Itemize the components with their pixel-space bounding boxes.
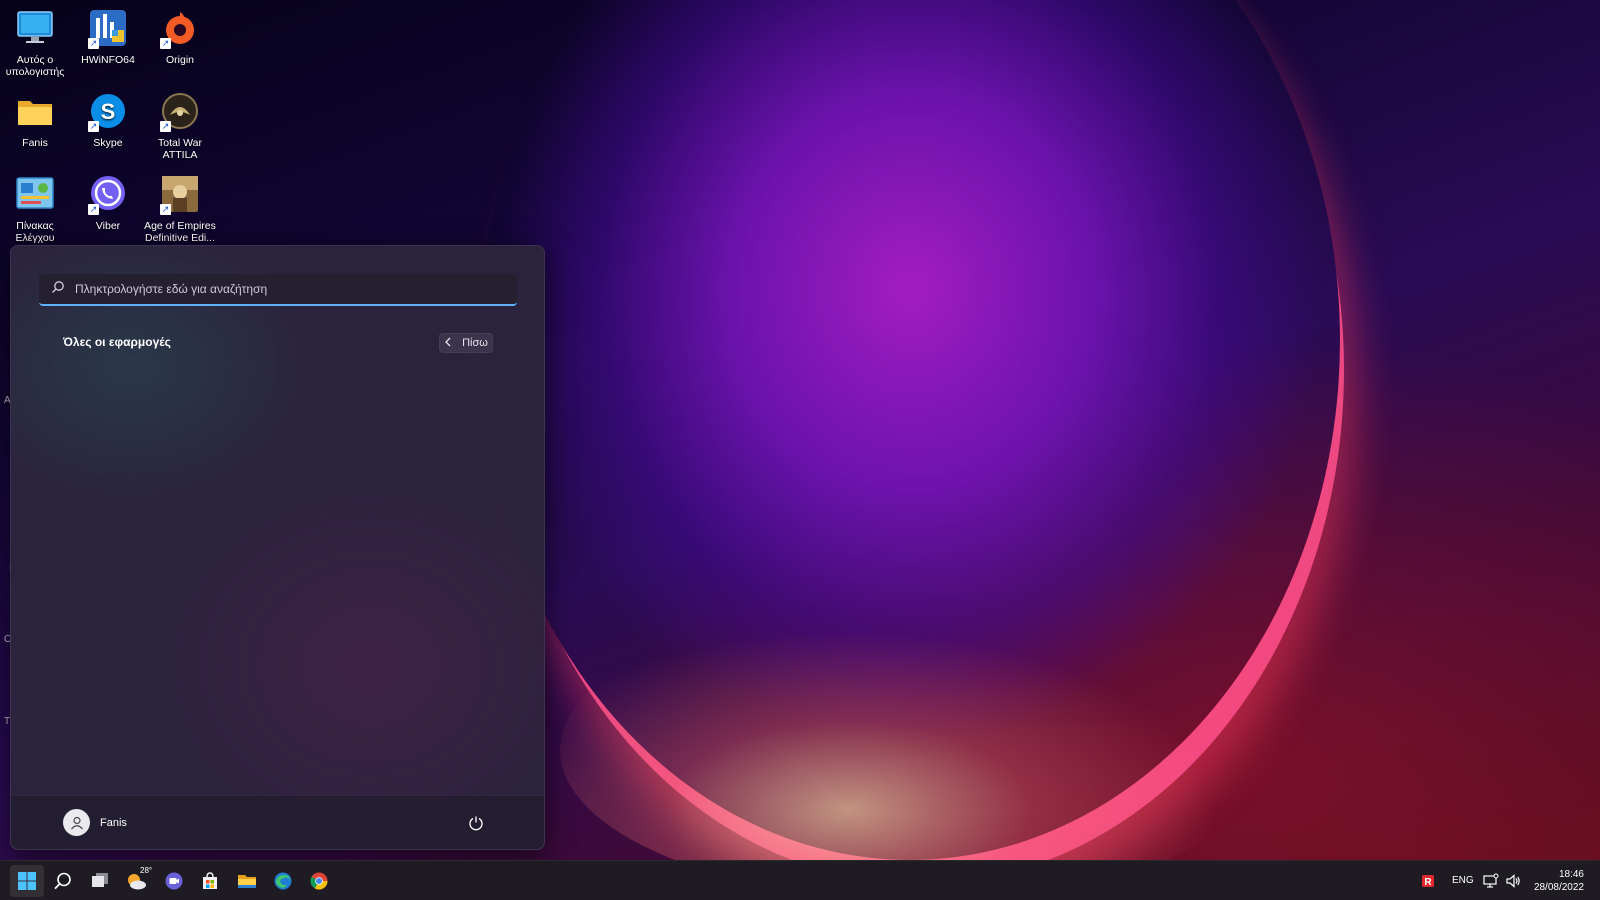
desktop-icon-this-pc[interactable]: Αυτός ο υπολογιστής bbox=[0, 8, 71, 78]
skype-icon: S ↗ bbox=[88, 91, 128, 132]
shortcut-arrow-icon: ↗ bbox=[88, 204, 99, 215]
speaker-icon bbox=[1506, 874, 1520, 888]
network-monitor-icon bbox=[1483, 873, 1499, 888]
user-name: Fanis bbox=[100, 816, 127, 829]
desktop-icon-total-war[interactable]: ↗ Total War ATTILA bbox=[144, 91, 216, 161]
desktop-icon-skype[interactable]: S ↗ Skype bbox=[72, 91, 144, 149]
control-panel-icon bbox=[15, 174, 55, 214]
desktop-icon-label: HWiNFO64 bbox=[81, 54, 135, 66]
shortcut-arrow-icon: ↗ bbox=[160, 38, 171, 49]
edge-browser-button[interactable] bbox=[266, 865, 300, 897]
desktop-icon-label: Fanis bbox=[22, 137, 48, 149]
desktop-icon-origin[interactable]: ↗ Origin bbox=[144, 8, 216, 66]
origin-icon: ↗ bbox=[160, 8, 200, 49]
clock-time: 18:46 bbox=[1558, 869, 1584, 880]
chat-icon bbox=[165, 872, 183, 890]
shortcut-arrow-icon: ↗ bbox=[88, 121, 99, 132]
total-war-icon: ↗ bbox=[160, 91, 200, 132]
hwinfo-icon: ↗ bbox=[88, 8, 128, 49]
clock-date: 28/08/2022 bbox=[1533, 882, 1584, 893]
microsoft-store-button[interactable] bbox=[193, 865, 227, 897]
start-search-input[interactable] bbox=[65, 274, 517, 304]
clock-button[interactable]: 18:46 28/08/2022 bbox=[1534, 868, 1584, 894]
shortcut-arrow-icon: ↗ bbox=[160, 121, 171, 132]
desktop-icon-label: Age of Empires Definitive Edi... bbox=[144, 220, 216, 244]
edge-icon bbox=[274, 872, 292, 890]
red-app-tray-icon: R bbox=[1422, 875, 1434, 888]
desktop-icon-label: Total War ATTILA bbox=[158, 137, 202, 161]
viber-icon: ↗ bbox=[88, 174, 128, 215]
age-of-empires-icon: ↗ bbox=[160, 174, 200, 215]
search-icon bbox=[51, 280, 65, 299]
desktop-icon-label: Skype bbox=[93, 137, 123, 149]
desktop-icon-label: Origin bbox=[165, 54, 194, 66]
start-menu: Όλες οι εφαρμογές Πίσω Fanis bbox=[10, 245, 545, 850]
task-view-icon bbox=[92, 873, 108, 887]
widgets-button[interactable]: 28° bbox=[120, 865, 154, 897]
folder-icon bbox=[15, 91, 55, 131]
teams-chat-button[interactable] bbox=[157, 865, 191, 897]
monitor-icon bbox=[15, 8, 55, 48]
desktop-icon-viber[interactable]: ↗ Viber bbox=[72, 174, 144, 232]
svg-text:S: S bbox=[101, 99, 116, 124]
avatar bbox=[63, 809, 90, 836]
shortcut-arrow-icon: ↗ bbox=[88, 38, 99, 49]
chevron-left-icon bbox=[444, 337, 452, 350]
input-language-indicator[interactable]: ENG bbox=[1452, 875, 1474, 886]
task-view-button[interactable] bbox=[83, 865, 117, 897]
desktop-icon-age-of-empires[interactable]: ↗ Age of Empires Definitive Edi... bbox=[144, 174, 216, 244]
back-button-label: Πίσω bbox=[462, 337, 488, 349]
search-icon bbox=[54, 872, 71, 890]
desktop-icon-fanis-folder[interactable]: Fanis bbox=[0, 91, 71, 149]
back-button[interactable]: Πίσω bbox=[439, 333, 493, 353]
power-icon bbox=[469, 816, 483, 831]
all-apps-title: Όλες οι εφαρμογές bbox=[63, 335, 171, 349]
desktop-icon-label: Viber bbox=[95, 220, 121, 232]
desktop-icon-control-panel[interactable]: Πίνακας Ελέγχου bbox=[0, 174, 71, 244]
tray-app-icon[interactable]: R bbox=[1415, 865, 1441, 897]
volume-button[interactable] bbox=[1500, 865, 1526, 897]
chrome-browser-button[interactable] bbox=[302, 865, 336, 897]
store-icon bbox=[203, 872, 217, 889]
folder-icon bbox=[238, 875, 256, 888]
weather-temperature: 28° bbox=[140, 866, 153, 875]
desktop-icon-label: Αυτός ο υπολογιστής bbox=[5, 54, 65, 78]
shortcut-arrow-icon: ↗ bbox=[160, 204, 171, 215]
power-button[interactable] bbox=[465, 812, 487, 834]
windows-logo-icon bbox=[18, 872, 36, 890]
chrome-icon bbox=[310, 872, 328, 890]
svg-text:R: R bbox=[1424, 877, 1432, 888]
user-account-button[interactable]: Fanis bbox=[63, 809, 127, 836]
start-menu-footer: Fanis bbox=[11, 795, 544, 849]
taskbar: 28° R ENG 18:46 28/08/2022 bbox=[0, 860, 1600, 900]
start-button[interactable] bbox=[10, 865, 44, 897]
taskbar-search-button[interactable] bbox=[46, 865, 80, 897]
user-icon bbox=[70, 816, 83, 829]
desktop-icon-label: Πίνακας Ελέγχου bbox=[15, 220, 55, 244]
file-explorer-button[interactable] bbox=[230, 865, 264, 897]
desktop-icon-hwinfo[interactable]: ↗ HWiNFO64 bbox=[72, 8, 144, 66]
start-search-box[interactable] bbox=[39, 274, 517, 306]
